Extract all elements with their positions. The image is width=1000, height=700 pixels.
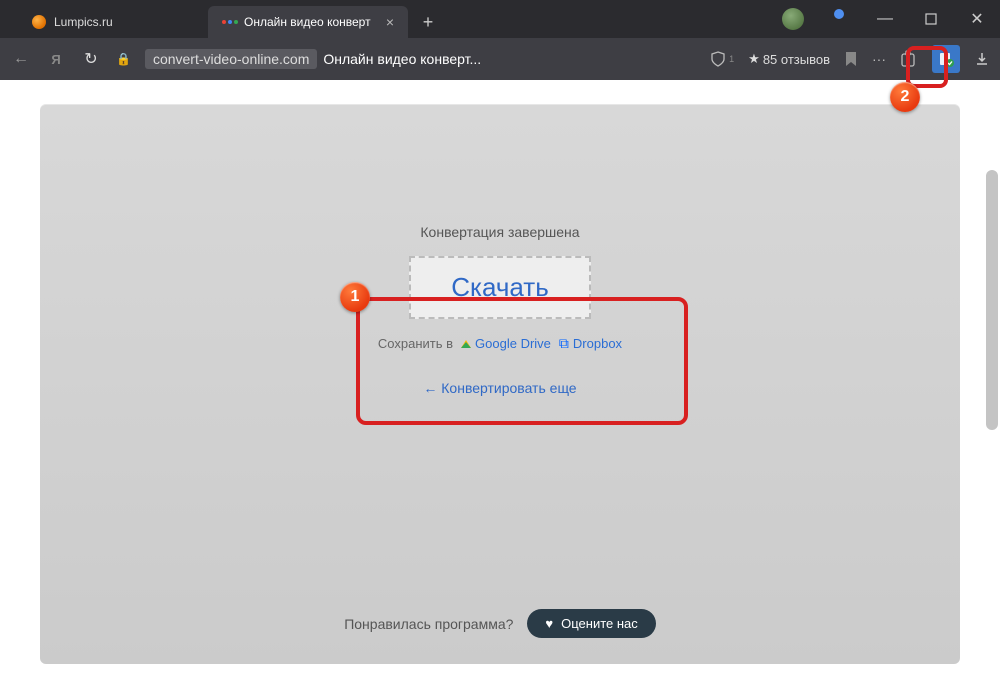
profile-avatar[interactable]	[770, 0, 816, 38]
dropbox-link[interactable]: ⧉ Dropbox	[559, 335, 622, 352]
extensions-icon[interactable]	[900, 50, 918, 68]
address-bar: ← Я ↻ 🔒 convert-video-online.com Онлайн …	[0, 38, 1000, 80]
save-row: Сохранить в Google Drive ⧉ Dropbox	[378, 335, 622, 352]
rate-question: Понравилась программа?	[344, 616, 513, 632]
url-host: convert-video-online.com	[145, 49, 317, 69]
reviews-text: 85 отзывов	[763, 52, 830, 67]
google-drive-text: Google Drive	[475, 336, 551, 351]
heart-icon: ♥	[545, 616, 553, 631]
tab-title: Lumpics.ru	[54, 15, 113, 29]
more-icon[interactable]: ···	[872, 51, 886, 67]
close-window-button[interactable]: ✕	[954, 0, 1000, 38]
rate-button[interactable]: ♥ Оцените нас	[527, 609, 655, 638]
yandex-logo-icon[interactable]: Я	[46, 49, 66, 69]
rate-button-label: Оцените нас	[561, 616, 638, 631]
bookmark-icon[interactable]	[844, 51, 858, 67]
notification-icon[interactable]	[816, 0, 862, 38]
dropbox-icon: ⧉	[559, 335, 569, 352]
minimize-button[interactable]: ―	[862, 0, 908, 38]
url-title: Онлайн видео конверт...	[323, 51, 481, 67]
close-icon[interactable]: ×	[386, 14, 394, 30]
google-drive-icon	[461, 340, 471, 348]
annotation-badge-1: 1	[340, 282, 370, 312]
favicon-orange-icon	[32, 15, 46, 29]
lock-icon[interactable]: 🔒	[116, 52, 131, 66]
tab-converter[interactable]: Онлайн видео конверт ×	[208, 6, 408, 38]
favicon-dots-icon	[222, 15, 236, 29]
tab-lumpics[interactable]: Lumpics.ru	[18, 6, 208, 38]
google-drive-link[interactable]: Google Drive	[461, 336, 551, 351]
download-manager-icon[interactable]	[932, 45, 960, 73]
url-box[interactable]: convert-video-online.com Онлайн видео ко…	[145, 49, 481, 69]
rate-bar: Понравилась программа? ♥ Оцените нас	[40, 609, 960, 638]
shield-icon[interactable]: 1	[710, 51, 734, 67]
reload-button[interactable]: ↻	[80, 49, 102, 69]
converter-panel: Конвертация завершена Скачать Сохранить …	[40, 104, 960, 664]
tab-title: Онлайн видео конверт	[244, 15, 371, 29]
maximize-button[interactable]	[908, 0, 954, 38]
tab-bar: Lumpics.ru Онлайн видео конверт × + ― ✕	[0, 0, 1000, 38]
download-button[interactable]: Скачать	[409, 256, 591, 319]
annotation-badge-2: 2	[890, 82, 920, 112]
status-text: Конвертация завершена	[420, 224, 579, 240]
back-button[interactable]: ←	[10, 50, 32, 68]
downloads-icon[interactable]	[974, 51, 990, 67]
dropbox-text: Dropbox	[573, 336, 622, 351]
new-tab-button[interactable]: +	[414, 8, 442, 36]
scrollbar-thumb[interactable]	[986, 170, 998, 430]
save-label: Сохранить в	[378, 336, 453, 351]
download-link[interactable]: Скачать	[451, 272, 549, 302]
convert-again-link[interactable]: ← Конвертировать еще	[423, 380, 576, 396]
reviews-link[interactable]: ★ 85 отзывов	[748, 51, 830, 67]
